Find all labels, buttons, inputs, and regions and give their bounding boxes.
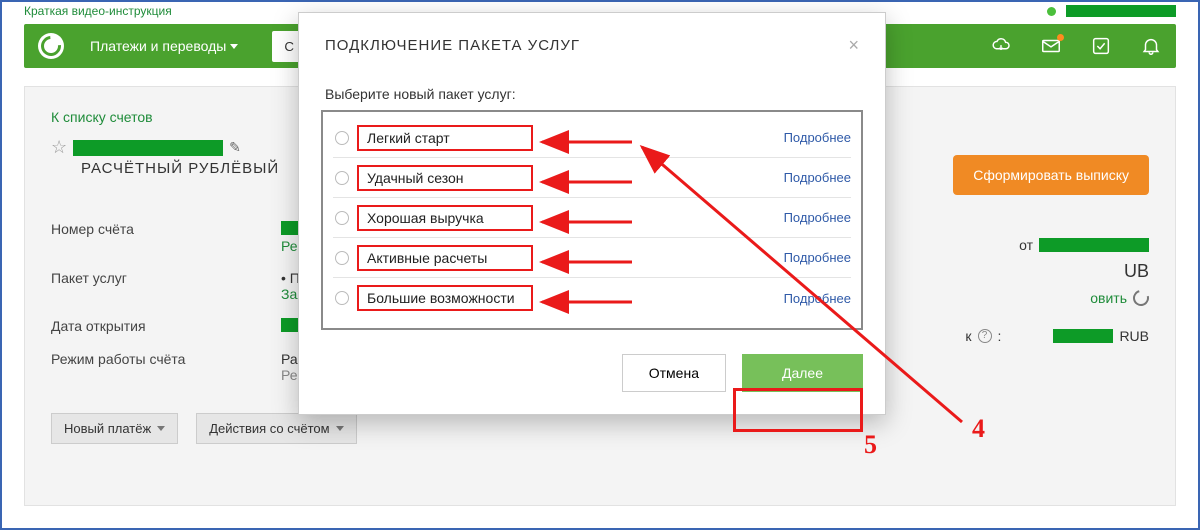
package-option-row: Легкий старт Подробнее: [333, 118, 851, 158]
edit-pencil-icon[interactable]: ✎: [229, 139, 241, 156]
redacted-block: [1039, 238, 1149, 252]
package-option-row: Хорошая выручка Подробнее: [333, 198, 851, 238]
package-option-row: Удачный сезон Подробнее: [333, 158, 851, 198]
chevron-down-icon: [336, 426, 344, 431]
package-option-label[interactable]: Легкий старт: [357, 125, 533, 151]
redacted-block: [1066, 5, 1176, 17]
generate-statement-button[interactable]: Сформировать выписку: [953, 155, 1149, 195]
next-button[interactable]: Далее: [742, 354, 863, 392]
field-label-number: Номер счёта: [51, 221, 251, 254]
package-option-label[interactable]: Большие возможности: [357, 285, 533, 311]
modal-prompt: Выберите новый пакет услуг:: [325, 86, 863, 102]
refresh-icon[interactable]: [1130, 287, 1152, 309]
redacted-block: [1053, 329, 1113, 343]
close-icon[interactable]: ×: [848, 35, 859, 56]
package-radio[interactable]: [335, 211, 349, 225]
modal-title: ПОДКЛЮЧЕНИЕ ПАКЕТА УСЛУГ: [325, 37, 580, 54]
logo-icon[interactable]: [38, 33, 64, 59]
chevron-down-icon: [230, 44, 238, 49]
package-more-link[interactable]: Подробнее: [784, 170, 851, 185]
package-more-link[interactable]: Подробнее: [784, 250, 851, 265]
summary-currency-1: UB: [1124, 261, 1149, 282]
account-actions-label: Действия со счётом: [209, 421, 329, 436]
package-radio[interactable]: [335, 171, 349, 185]
package-option-row: Активные расчеты Подробнее: [333, 238, 851, 278]
video-instruction-link[interactable]: Краткая видео-инструкция: [24, 4, 172, 18]
annotation-number-4: 4: [972, 414, 985, 444]
summary-from-prefix: от: [1019, 237, 1033, 253]
cancel-button[interactable]: Отмена: [622, 354, 726, 392]
summary-currency-2: RUB: [1119, 328, 1149, 344]
package-more-link[interactable]: Подробнее: [784, 291, 851, 306]
help-icon[interactable]: ?: [978, 329, 992, 343]
package-option-row: Большие возможности Подробнее: [333, 278, 851, 318]
package-option-label[interactable]: Хорошая выручка: [357, 205, 533, 231]
package-more-link[interactable]: Подробнее: [784, 210, 851, 225]
connect-package-modal: ПОДКЛЮЧЕНИЕ ПАКЕТА УСЛУГ × Выберите новы…: [298, 12, 886, 415]
summary-colon: :: [998, 328, 1002, 344]
summary-k-prefix: к: [965, 328, 971, 344]
package-radio[interactable]: [335, 251, 349, 265]
package-options-box: Легкий старт Подробнее Удачный сезон Под…: [321, 110, 863, 330]
favorite-star-icon[interactable]: ☆: [51, 137, 67, 158]
mail-icon[interactable]: [1040, 35, 1062, 57]
account-actions-button[interactable]: Действия со счётом: [196, 413, 356, 444]
status-dot-icon: [1047, 7, 1056, 16]
cloud-download-icon[interactable]: [990, 35, 1012, 57]
new-payment-button[interactable]: Новый платёж: [51, 413, 178, 444]
package-radio[interactable]: [335, 131, 349, 145]
field-label-package: Пакет услуг: [51, 270, 251, 302]
redacted-block: [73, 140, 223, 156]
back-to-accounts-link[interactable]: К списку счетов: [51, 109, 153, 125]
package-radio[interactable]: [335, 291, 349, 305]
field-label-mode: Режим работы счёта: [51, 351, 251, 383]
bell-icon[interactable]: [1140, 35, 1162, 57]
package-option-label[interactable]: Активные расчеты: [357, 245, 533, 271]
right-summary: от UB овить к?: RUB: [929, 237, 1149, 352]
annotation-number-5: 5: [864, 430, 877, 460]
new-payment-label: Новый платёж: [64, 421, 151, 436]
field-label-opendate: Дата открытия: [51, 318, 251, 335]
package-more-link[interactable]: Подробнее: [784, 130, 851, 145]
payments-nav-label: Платежи и переводы: [90, 38, 226, 54]
checklist-icon[interactable]: [1090, 35, 1112, 57]
refresh-link[interactable]: овить: [1090, 290, 1127, 306]
package-option-label[interactable]: Удачный сезон: [357, 165, 533, 191]
chevron-down-icon: [157, 426, 165, 431]
payments-nav-button[interactable]: Платежи и переводы: [90, 38, 238, 54]
notification-dot-icon: [1057, 34, 1064, 41]
